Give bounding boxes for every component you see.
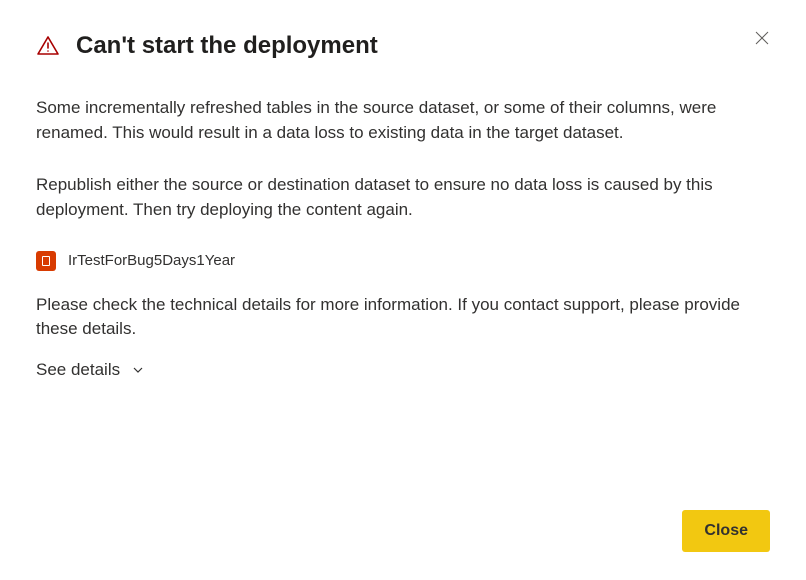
see-details-toggle[interactable]: See details — [36, 360, 770, 380]
chevron-down-icon — [132, 364, 144, 376]
close-icon[interactable] — [750, 26, 774, 50]
close-button[interactable]: Close — [682, 510, 770, 552]
dataset-row: IrTestForBug5Days1Year — [36, 251, 770, 271]
dataset-icon — [36, 251, 56, 271]
see-details-label: See details — [36, 360, 120, 380]
dataset-name: IrTestForBug5Days1Year — [68, 252, 235, 269]
warning-icon — [36, 34, 60, 58]
message-paragraph-1: Some incrementally refreshed tables in t… — [36, 96, 770, 145]
dialog-title: Can't start the deployment — [76, 32, 770, 60]
message-paragraph-2: Republish either the source or destinati… — [36, 173, 770, 222]
dialog-content: Some incrementally refreshed tables in t… — [36, 96, 770, 510]
dialog-footer: Close — [36, 510, 770, 552]
message-paragraph-3: Please check the technical details for m… — [36, 293, 770, 342]
